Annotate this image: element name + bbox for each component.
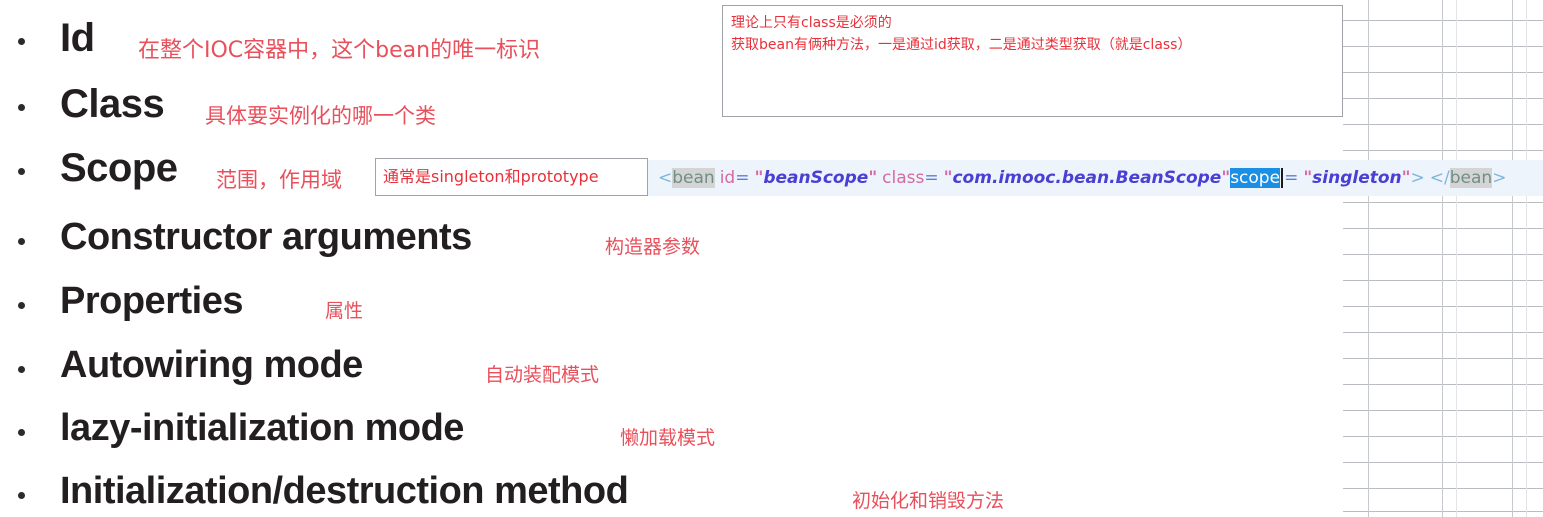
xml-quote-open-2: "	[943, 168, 953, 188]
xml-quote-open-3: "	[1303, 168, 1313, 188]
xml-quote-close-1: "	[868, 168, 878, 188]
grid-column-line	[1526, 0, 1527, 517]
xml-quote-close-3: "	[1401, 168, 1411, 188]
grid-column-line	[1368, 0, 1369, 517]
scope-annotation-box: 通常是singleton和prototype	[375, 158, 648, 196]
list-item-term: Autowiring mode	[60, 344, 363, 386]
list-item-term: lazy-initialization mode	[60, 407, 464, 449]
bullet-dot-icon	[18, 38, 25, 45]
list-item-annotation: 初始化和销毁方法	[852, 490, 1005, 512]
xml-quote-open-1: "	[754, 168, 764, 188]
list-item-annotation: 构造器参数	[605, 236, 701, 258]
list-item-annotation: 自动装配模式	[485, 364, 600, 386]
bullet-dot-icon	[18, 429, 25, 436]
xml-open-angle: <	[658, 168, 673, 188]
xml-attr-class: class	[882, 168, 925, 188]
spreadsheet-grid-background	[1343, 0, 1543, 517]
list-item-annotation: 范围，作用域	[216, 168, 342, 192]
list-item-term: Properties	[60, 280, 243, 322]
xml-close-tag-end: >	[1492, 168, 1507, 188]
xml-quote-close-2: "	[1221, 168, 1231, 188]
bullet-dot-icon	[18, 238, 25, 245]
list-item-term: Class	[60, 82, 165, 126]
list-item-annotation: 懒加载模式	[620, 427, 716, 449]
xml-equals-3: =	[1284, 168, 1299, 188]
xml-value-id: beanScope	[763, 168, 869, 188]
xml-equals-2: =	[924, 168, 939, 188]
xml-close-tag-open: </	[1429, 168, 1450, 188]
xml-value-class: com.imooc.bean.BeanScope	[952, 168, 1222, 188]
xml-tag-name-bean: bean	[672, 168, 715, 188]
list-item-annotation: 属性	[325, 300, 364, 322]
top-annotation-line-2: 获取bean有俩种方法，一是通过id获取，二是通过类型获取（就是class）	[731, 37, 1192, 53]
xml-equals-1: =	[735, 168, 750, 188]
bullet-dot-icon	[18, 492, 25, 499]
top-annotation-line-1: 理论上只有class是必须的	[731, 15, 892, 31]
xml-value-scope: singleton	[1312, 168, 1402, 188]
xml-code-line[interactable]: < bean id = " beanScope " class = " com.imooc.bean…	[648, 160, 1543, 196]
list-item-term: Initialization/destruction method	[60, 470, 629, 512]
bullet-dot-icon	[18, 168, 25, 175]
xml-attr-id: id	[719, 168, 736, 188]
xml-close-angle: >	[1410, 168, 1425, 188]
grid-column-line	[1442, 0, 1443, 517]
grid-column-line	[1512, 0, 1513, 517]
list-item-term: Constructor arguments	[60, 216, 472, 258]
bullet-dot-icon	[18, 302, 25, 309]
text-cursor-caret	[1281, 168, 1284, 188]
list-item-annotation: 具体要实例化的哪一个类	[205, 104, 436, 128]
grid-column-line	[1456, 0, 1457, 517]
list-item-term: Scope	[60, 146, 178, 190]
list-item-term: Id	[60, 16, 95, 60]
top-annotation-box: 理论上只有class是必须的 获取bean有俩种方法，一是通过id获取，二是通过…	[722, 5, 1343, 117]
bullet-dot-icon	[18, 366, 25, 373]
bullet-dot-icon	[18, 104, 25, 111]
list-item-annotation: 在整个IOC容器中，这个bean的唯一标识	[138, 38, 541, 63]
xml-attr-scope-selected[interactable]: scope	[1230, 168, 1281, 188]
xml-close-tag-name-bean: bean	[1449, 168, 1493, 188]
